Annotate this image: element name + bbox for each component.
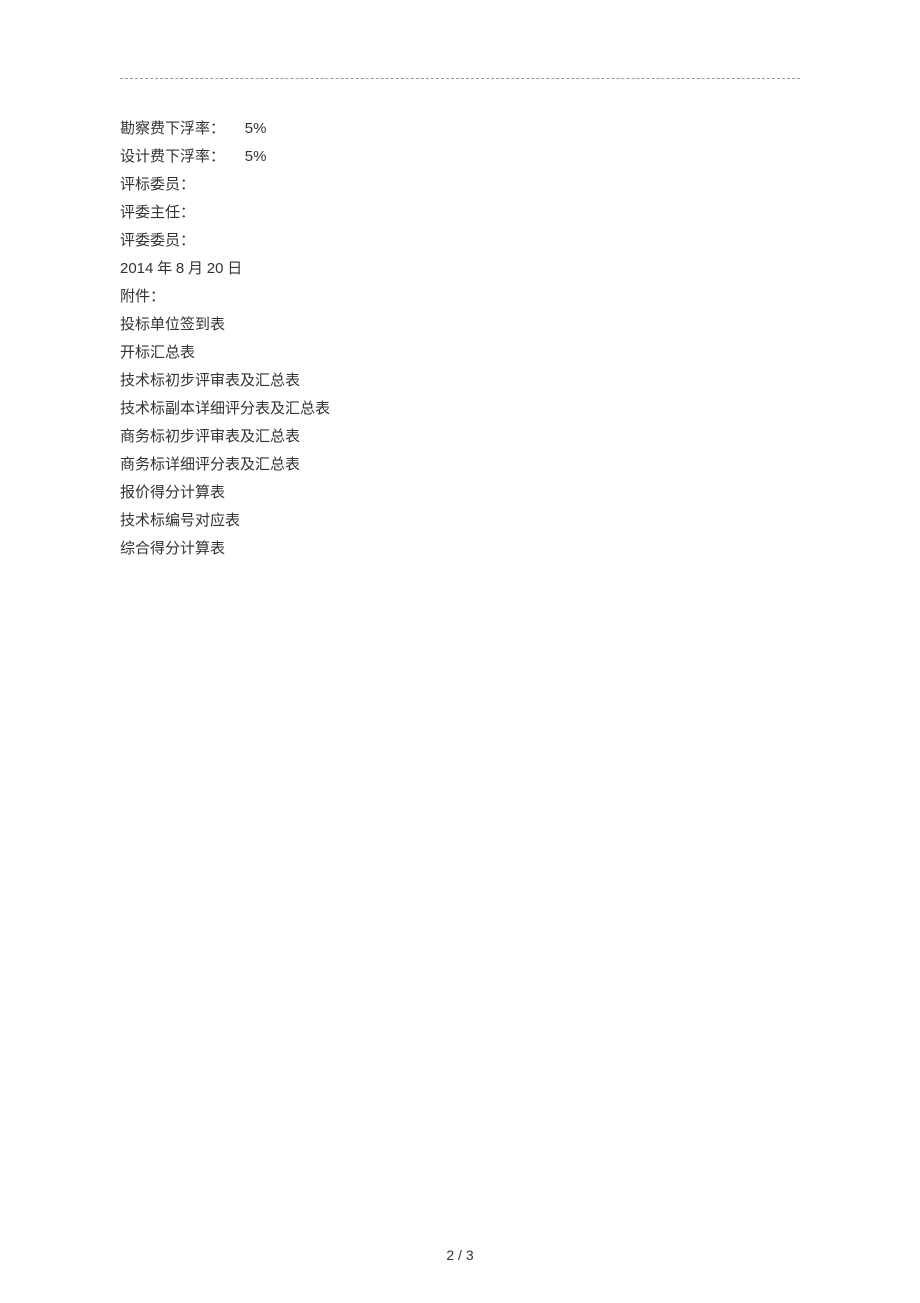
attachments-header-label: 附件： [120,289,165,305]
attachment-item-text: 技术标编号对应表 [120,513,240,529]
attachment-item-text: 商务标初步评审表及汇总表 [120,429,300,445]
committee-director-label: 评委主任： [120,205,195,221]
date-line: 2014 年 8 月 20 日 [120,255,800,283]
page-number: 2 / 3 [0,1247,920,1263]
attachment-item-text: 投标单位签到表 [120,317,225,333]
date-month-cn: 月 [184,261,207,277]
date-year: 2014 [120,260,153,277]
attachment-item-text: 技术标初步评审表及汇总表 [120,373,300,389]
attachment-item-text: 技术标副本详细评分表及汇总表 [120,401,330,417]
attachment-item-text: 报价得分计算表 [120,485,225,501]
committee-director-line: 评委主任： [120,199,800,227]
page-container: 勘察费下浮率： 5% 设计费下浮率： 5% 评标委员： 评委主任： 评委委员： … [0,0,920,563]
survey-rate-label: 勘察费下浮率： [120,121,225,137]
committee-member-line: 评标委员： [120,171,800,199]
attachment-item-text: 开标汇总表 [120,345,195,361]
attachments-header-line: 附件： [120,283,800,311]
top-border [120,78,800,79]
attachment-item-text: 综合得分计算表 [120,541,225,557]
date-month: 8 [176,260,184,277]
attachment-item: 报价得分计算表 [120,479,800,507]
attachment-item: 技术标编号对应表 [120,507,800,535]
date-year-cn: 年 [153,261,176,277]
design-rate-value: 5% [245,148,267,165]
committee-committee-line: 评委委员： [120,227,800,255]
committee-committee-label: 评委委员： [120,233,195,249]
committee-member-label: 评标委员： [120,177,195,193]
document-content: 勘察费下浮率： 5% 设计费下浮率： 5% 评标委员： 评委主任： 评委委员： … [120,115,800,563]
attachment-item: 投标单位签到表 [120,311,800,339]
date-day: 20 [207,260,224,277]
attachment-item: 综合得分计算表 [120,535,800,563]
attachment-item: 技术标副本详细评分表及汇总表 [120,395,800,423]
attachment-item: 技术标初步评审表及汇总表 [120,367,800,395]
page-number-text: 2 / 3 [446,1247,473,1263]
attachment-item-text: 商务标详细评分表及汇总表 [120,457,300,473]
survey-rate-value: 5% [245,120,267,137]
design-rate-label: 设计费下浮率： [120,149,225,165]
attachment-item: 开标汇总表 [120,339,800,367]
attachment-item: 商务标详细评分表及汇总表 [120,451,800,479]
design-rate-line: 设计费下浮率： 5% [120,143,800,171]
survey-rate-line: 勘察费下浮率： 5% [120,115,800,143]
attachment-item: 商务标初步评审表及汇总表 [120,423,800,451]
date-day-cn: 日 [223,261,242,277]
